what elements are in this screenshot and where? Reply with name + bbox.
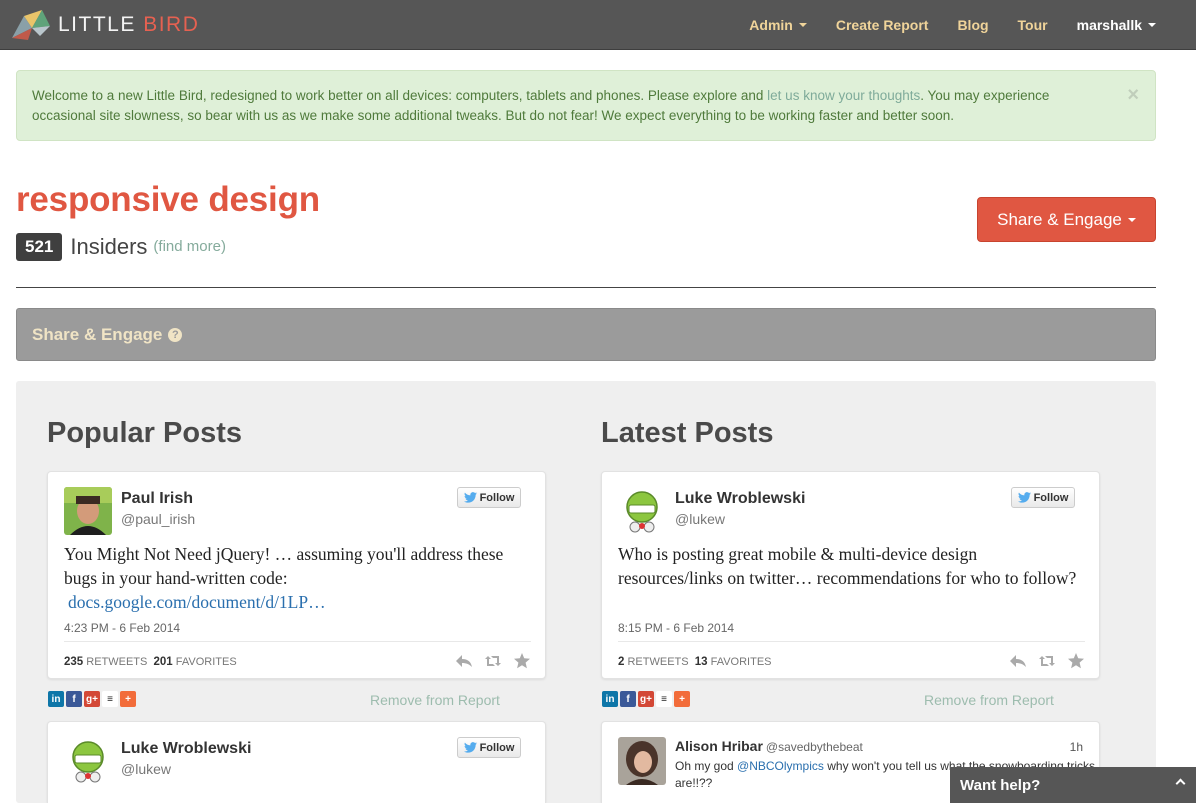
find-more-link[interactable]: (find more): [153, 238, 226, 255]
share-icons-row: in f g+ ≡ +: [48, 691, 138, 707]
linkedin-icon[interactable]: in: [602, 691, 618, 707]
tweet-text: You Might Not Need jQuery! … assuming yo…: [64, 542, 524, 614]
share-engage-button[interactable]: Share & Engage: [977, 197, 1156, 242]
twitter-bird-icon: [1017, 492, 1031, 503]
tweet-stats: 2 RETWEETS 13 FAVORITES: [618, 656, 772, 668]
follow-button[interactable]: Follow: [457, 737, 521, 758]
brand-name: LITTLE BIRD: [58, 13, 200, 36]
nav-create-report[interactable]: Create Report: [836, 17, 929, 33]
follow-button[interactable]: Follow: [1011, 487, 1075, 508]
avatar[interactable]: [618, 737, 666, 785]
brand-logo[interactable]: LITTLE BIRD: [10, 8, 199, 42]
twitter-bird-icon: [463, 742, 477, 753]
remove-from-report-link[interactable]: Remove from Report: [924, 692, 1054, 708]
author-handle[interactable]: @paul_irish: [121, 511, 195, 527]
nav-blog[interactable]: Blog: [957, 17, 988, 33]
close-icon[interactable]: ×: [1127, 85, 1139, 105]
buffer-icon[interactable]: ≡: [102, 691, 118, 707]
author-handle[interactable]: @lukew: [675, 511, 725, 527]
favorite-star-icon[interactable]: [1067, 653, 1085, 669]
add-share-icon[interactable]: +: [120, 691, 136, 707]
insiders-summary: 521 Insiders (find more): [16, 231, 226, 262]
popular-posts-heading: Popular Posts: [47, 417, 242, 449]
nav-user-dropdown[interactable]: marshallk: [1077, 17, 1156, 33]
author-name[interactable]: Alison Hribar @savedbythebeat: [675, 738, 863, 754]
want-help-tab[interactable]: Want help?: [950, 767, 1196, 803]
tweet-timestamp[interactable]: 1h: [1070, 740, 1083, 754]
tweet-actions: [444, 653, 531, 669]
nav-admin-dropdown[interactable]: Admin: [749, 17, 807, 33]
tweet-stats: 235 RETWEETS 201 FAVORITES: [64, 656, 237, 668]
avatar[interactable]: [64, 487, 112, 535]
chevron-up-icon: [1175, 778, 1186, 789]
follow-button[interactable]: Follow: [457, 487, 521, 508]
caret-down-icon: [1127, 217, 1136, 222]
help-icon[interactable]: ?: [168, 327, 183, 342]
reply-icon[interactable]: [1009, 653, 1027, 669]
insider-count-badge: 521: [16, 232, 63, 261]
insiders-label: Insiders: [70, 233, 148, 259]
tweet-card: Paul Irish @paul_irish Follow You Might …: [47, 471, 546, 679]
author-name[interactable]: Luke Wroblewski: [675, 490, 805, 508]
nav-tour[interactable]: Tour: [1018, 17, 1048, 33]
latest-posts-heading: Latest Posts: [601, 417, 774, 449]
facebook-icon[interactable]: f: [620, 691, 636, 707]
remove-from-report-link[interactable]: Remove from Report: [370, 692, 500, 708]
facebook-icon[interactable]: f: [66, 691, 82, 707]
buffer-icon[interactable]: ≡: [656, 691, 672, 707]
twitter-bird-icon: [463, 492, 477, 503]
divider: [618, 641, 1085, 642]
reply-icon[interactable]: [455, 653, 473, 669]
retweet-icon[interactable]: [484, 653, 502, 669]
tweet-timestamp[interactable]: 4:23 PM - 6 Feb 2014: [64, 621, 180, 635]
tweet-actions: [998, 653, 1085, 669]
feedback-link[interactable]: let us know your thoughts: [767, 88, 920, 103]
linkedin-icon[interactable]: in: [48, 691, 64, 707]
author-name[interactable]: Luke Wroblewski: [121, 740, 251, 758]
retweet-icon[interactable]: [1038, 653, 1056, 669]
tweet-link[interactable]: docs.google.com/document/d/1LP…: [68, 590, 524, 614]
google-plus-icon[interactable]: g+: [638, 691, 654, 707]
divider: [16, 287, 1156, 288]
author-name[interactable]: Paul Irish: [121, 490, 193, 508]
report-title: responsive design: [16, 180, 320, 219]
share-engage-bar[interactable]: Share & Engage ?: [16, 308, 1156, 361]
divider: [64, 641, 531, 642]
favorite-star-icon[interactable]: [513, 653, 531, 669]
caret-down-icon: [1148, 23, 1156, 27]
add-share-icon[interactable]: +: [674, 691, 690, 707]
author-handle[interactable]: @lukew: [121, 761, 171, 777]
avatar[interactable]: [618, 487, 666, 535]
top-navbar: LITTLE BIRD Admin Create Report Blog Tou…: [0, 0, 1196, 50]
welcome-alert: Welcome to a new Little Bird, redesigned…: [16, 70, 1156, 141]
main-nav: Admin Create Report Blog Tour marshallk: [720, 0, 1156, 50]
mention-link[interactable]: @NBCOlympics: [737, 759, 824, 773]
bird-logo-icon: [12, 10, 50, 40]
share-icons-row: in f g+ ≡ +: [602, 691, 692, 707]
caret-down-icon: [798, 23, 807, 27]
author-handle[interactable]: @savedbythebeat: [766, 740, 863, 754]
tweet-card: Luke Wroblewski @lukew Follow Who is pos…: [601, 471, 1100, 679]
tweet-text: Who is posting great mobile & multi-devi…: [618, 544, 1077, 588]
tweet-timestamp[interactable]: 8:15 PM - 6 Feb 2014: [618, 621, 734, 635]
avatar[interactable]: [64, 737, 112, 785]
tweet-card: Luke Wroblewski @lukew Follow: [47, 721, 546, 803]
google-plus-icon[interactable]: g+: [84, 691, 100, 707]
